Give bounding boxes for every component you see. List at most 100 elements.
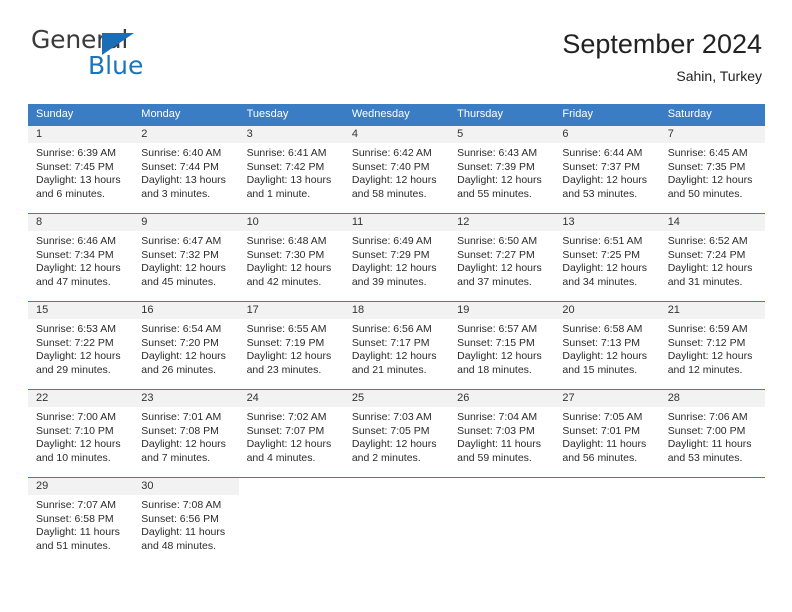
sunset-text: Sunset: 7:08 PM — [141, 424, 219, 437]
sunset-text: Sunset: 7:42 PM — [246, 160, 325, 173]
day-cell[interactable]: 18 Sunrise: 6:56 AM Sunset: 7:17 PM Dayl… — [343, 302, 450, 389]
calendar-week-row: 29 Sunrise: 7:07 AM Sunset: 6:58 PM Dayl… — [28, 477, 765, 565]
sunset-text: Sunset: 7:22 PM — [36, 336, 114, 349]
day-details: Sunrise: 7:05 AM Sunset: 7:01 PM Dayligh… — [554, 407, 659, 465]
daylight-text-line1: Daylight: 12 hours — [457, 262, 542, 275]
day-cell[interactable]: 1 Sunrise: 6:39 AM Sunset: 7:45 PM Dayli… — [28, 126, 134, 213]
day-cell-empty — [239, 478, 344, 565]
sunrise-text: Sunrise: 6:56 AM — [351, 323, 432, 335]
day-details: Sunrise: 7:01 AM Sunset: 7:08 PM Dayligh… — [133, 407, 238, 465]
sunset-text: Sunset: 7:34 PM — [36, 248, 114, 261]
day-number: 27 — [554, 390, 660, 407]
daylight-text-line1: Daylight: 13 hours — [141, 174, 226, 187]
day-cell[interactable]: 11 Sunrise: 6:49 AM Sunset: 7:29 PM Dayl… — [343, 214, 450, 301]
generalblue-logo: General Blue — [31, 27, 161, 79]
day-cell[interactable]: 30 Sunrise: 7:08 AM Sunset: 6:56 PM Dayl… — [133, 478, 239, 565]
day-cell-empty — [554, 478, 659, 565]
day-number: 22 — [28, 390, 134, 407]
day-cell[interactable]: 27 Sunrise: 7:05 AM Sunset: 7:01 PM Dayl… — [554, 390, 660, 477]
daylight-text-line2: and 50 minutes. — [667, 187, 743, 200]
day-cell[interactable]: 26 Sunrise: 7:04 AM Sunset: 7:03 PM Dayl… — [449, 390, 555, 477]
day-cell[interactable]: 9 Sunrise: 6:47 AM Sunset: 7:32 PM Dayli… — [133, 214, 239, 301]
daylight-text-line2: and 42 minutes. — [246, 275, 322, 288]
day-cell[interactable]: 15 Sunrise: 6:53 AM Sunset: 7:22 PM Dayl… — [28, 302, 134, 389]
sunrise-text: Sunrise: 6:39 AM — [36, 147, 116, 159]
day-cell[interactable]: 21 Sunrise: 6:59 AM Sunset: 7:12 PM Dayl… — [659, 302, 765, 389]
day-cell[interactable]: 13 Sunrise: 6:51 AM Sunset: 7:25 PM Dayl… — [554, 214, 660, 301]
daylight-text-line1: Daylight: 11 hours — [562, 438, 647, 451]
daylight-text-line1: Daylight: 13 hours — [246, 174, 332, 187]
sunset-text: Sunset: 6:58 PM — [36, 512, 114, 525]
day-details: Sunrise: 6:57 AM Sunset: 7:15 PM Dayligh… — [449, 319, 554, 377]
day-cell[interactable]: 2 Sunrise: 6:40 AM Sunset: 7:44 PM Dayli… — [133, 126, 239, 213]
daylight-text-line2: and 48 minutes. — [141, 539, 216, 552]
day-details: Sunrise: 6:52 AM Sunset: 7:24 PM Dayligh… — [660, 231, 765, 289]
day-cell[interactable]: 25 Sunrise: 7:03 AM Sunset: 7:05 PM Dayl… — [343, 390, 450, 477]
weekday-header-tuesday: Tuesday — [246, 108, 289, 120]
day-cell[interactable]: 10 Sunrise: 6:48 AM Sunset: 7:30 PM Dayl… — [238, 214, 344, 301]
day-cell[interactable]: 23 Sunrise: 7:01 AM Sunset: 7:08 PM Dayl… — [133, 390, 239, 477]
daylight-text-line2: and 55 minutes. — [457, 187, 532, 200]
day-cell[interactable]: 12 Sunrise: 6:50 AM Sunset: 7:27 PM Dayl… — [449, 214, 555, 301]
sunrise-text: Sunrise: 6:43 AM — [457, 147, 538, 159]
day-number — [554, 478, 659, 495]
sunset-text: Sunset: 7:05 PM — [351, 424, 430, 437]
day-number: 1 — [28, 126, 134, 143]
day-cell[interactable]: 3 Sunrise: 6:41 AM Sunset: 7:42 PM Dayli… — [238, 126, 344, 213]
day-cell[interactable]: 28 Sunrise: 7:06 AM Sunset: 7:00 PM Dayl… — [659, 390, 765, 477]
day-cell[interactable]: 4 Sunrise: 6:42 AM Sunset: 7:40 PM Dayli… — [343, 126, 450, 213]
daylight-text-line2: and 58 minutes. — [351, 187, 427, 200]
day-number: 16 — [133, 302, 239, 319]
day-number: 23 — [133, 390, 239, 407]
day-cell[interactable]: 17 Sunrise: 6:55 AM Sunset: 7:19 PM Dayl… — [238, 302, 344, 389]
day-number: 11 — [343, 214, 450, 231]
daylight-text-line1: Daylight: 12 hours — [246, 438, 332, 451]
sunrise-text: Sunrise: 6:51 AM — [562, 235, 643, 247]
sunrise-text: Sunrise: 6:41 AM — [246, 147, 327, 159]
day-cell[interactable]: 5 Sunrise: 6:43 AM Sunset: 7:39 PM Dayli… — [449, 126, 555, 213]
sunrise-text: Sunrise: 7:01 AM — [141, 411, 222, 423]
day-details: Sunrise: 7:08 AM Sunset: 6:56 PM Dayligh… — [133, 495, 238, 553]
day-cell[interactable]: 7 Sunrise: 6:45 AM Sunset: 7:35 PM Dayli… — [659, 126, 765, 213]
daylight-text-line1: Daylight: 12 hours — [351, 438, 437, 451]
day-details: Sunrise: 6:55 AM Sunset: 7:19 PM Dayligh… — [239, 319, 344, 377]
sunset-text: Sunset: 7:01 PM — [562, 424, 641, 437]
day-cell[interactable]: 14 Sunrise: 6:52 AM Sunset: 7:24 PM Dayl… — [659, 214, 765, 301]
daylight-text-line2: and 39 minutes. — [351, 275, 427, 288]
sunset-text: Sunset: 7:45 PM — [36, 160, 114, 173]
day-cell[interactable]: 6 Sunrise: 6:44 AM Sunset: 7:37 PM Dayli… — [554, 126, 660, 213]
day-number: 14 — [659, 214, 765, 231]
weekday-header-saturday: Saturday — [667, 108, 712, 120]
day-number: 15 — [28, 302, 134, 319]
daylight-text-line1: Daylight: 12 hours — [562, 174, 648, 187]
day-cell[interactable]: 24 Sunrise: 7:02 AM Sunset: 7:07 PM Dayl… — [238, 390, 344, 477]
day-details: Sunrise: 6:44 AM Sunset: 7:37 PM Dayligh… — [554, 143, 659, 201]
day-cell[interactable]: 8 Sunrise: 6:46 AM Sunset: 7:34 PM Dayli… — [28, 214, 134, 301]
day-cell[interactable]: 29 Sunrise: 7:07 AM Sunset: 6:58 PM Dayl… — [28, 478, 134, 565]
daylight-text-line1: Daylight: 12 hours — [351, 174, 437, 187]
sunrise-text: Sunrise: 6:49 AM — [351, 235, 432, 247]
day-details: Sunrise: 6:42 AM Sunset: 7:40 PM Dayligh… — [344, 143, 449, 201]
sunrise-text: Sunrise: 6:42 AM — [351, 147, 432, 159]
day-details: Sunrise: 6:58 AM Sunset: 7:13 PM Dayligh… — [554, 319, 659, 377]
sunset-text: Sunset: 7:15 PM — [457, 336, 535, 349]
daylight-text-line1: Daylight: 11 hours — [667, 438, 752, 451]
weekday-header-thursday: Thursday — [457, 108, 503, 120]
day-number: 19 — [449, 302, 555, 319]
day-cell[interactable]: 20 Sunrise: 6:58 AM Sunset: 7:13 PM Dayl… — [554, 302, 660, 389]
day-cell[interactable]: 16 Sunrise: 6:54 AM Sunset: 7:20 PM Dayl… — [133, 302, 239, 389]
sunrise-text: Sunrise: 6:55 AM — [246, 323, 327, 335]
day-cell[interactable]: 19 Sunrise: 6:57 AM Sunset: 7:15 PM Dayl… — [449, 302, 555, 389]
day-cell-empty — [449, 478, 554, 565]
daylight-text-line2: and 6 minutes. — [36, 187, 105, 200]
day-number: 2 — [133, 126, 239, 143]
sunset-text: Sunset: 7:07 PM — [246, 424, 325, 437]
sunset-text: Sunset: 7:35 PM — [667, 160, 746, 173]
day-number — [344, 478, 449, 495]
sunrise-text: Sunrise: 7:07 AM — [36, 499, 116, 511]
calendar-week-row: 22 Sunrise: 7:00 AM Sunset: 7:10 PM Dayl… — [28, 389, 765, 477]
day-cell[interactable]: 22 Sunrise: 7:00 AM Sunset: 7:10 PM Dayl… — [28, 390, 134, 477]
day-details: Sunrise: 6:48 AM Sunset: 7:30 PM Dayligh… — [239, 231, 344, 289]
sunset-text: Sunset: 7:00 PM — [667, 424, 746, 437]
day-details: Sunrise: 7:03 AM Sunset: 7:05 PM Dayligh… — [344, 407, 449, 465]
